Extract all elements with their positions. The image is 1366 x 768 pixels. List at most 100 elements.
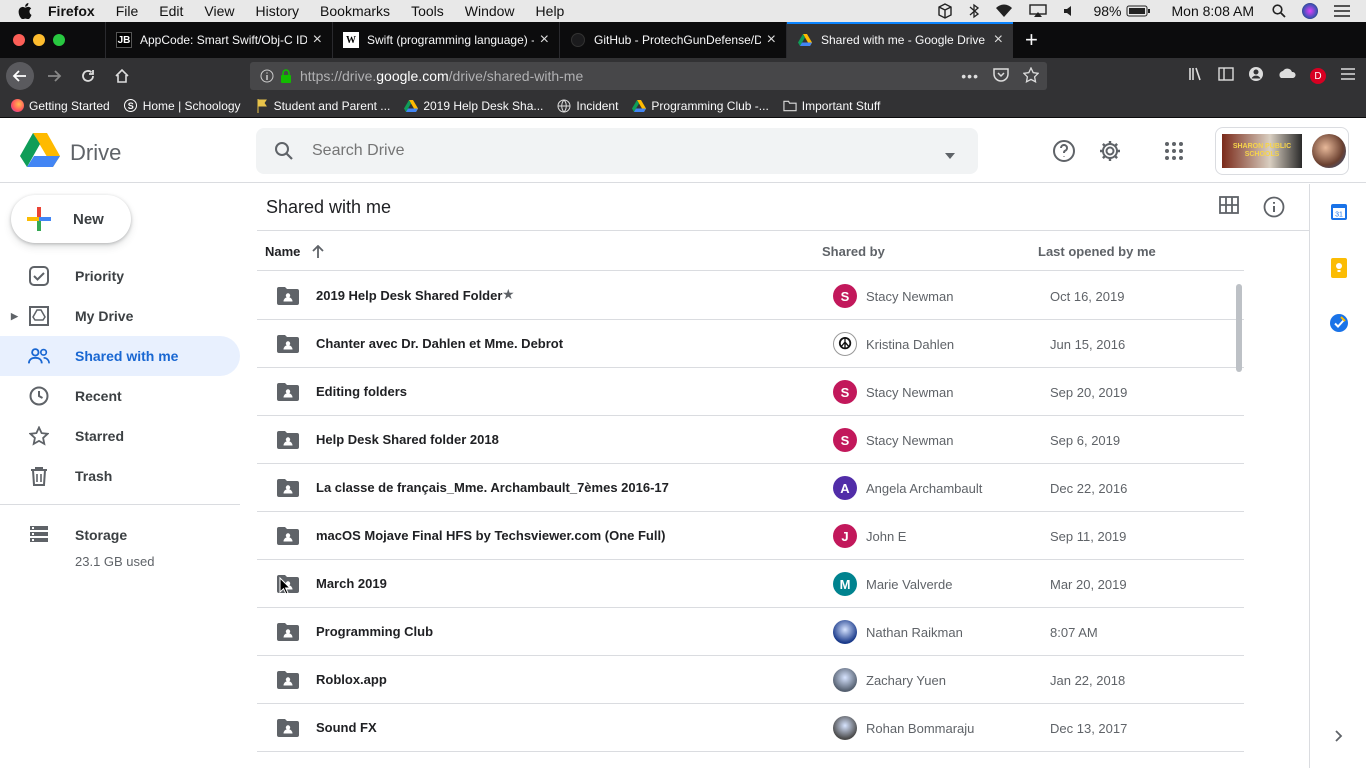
- account-switcher[interactable]: SHARON PUBLIC SCHOOLS: [1215, 127, 1349, 175]
- lock-icon[interactable]: [280, 69, 292, 83]
- user-avatar[interactable]: [1312, 134, 1346, 168]
- bookmark-star-icon[interactable]: [1022, 65, 1040, 86]
- bookmark-folder-important[interactable]: Important Stuff: [783, 99, 880, 113]
- back-arrow-icon[interactable]: [6, 62, 34, 90]
- info-icon[interactable]: [260, 69, 274, 83]
- bookmark-help-desk[interactable]: 2019 Help Desk Sha...: [404, 99, 543, 113]
- notification-center-icon[interactable]: [1334, 5, 1350, 17]
- starred-icon[interactable]: ★: [502, 286, 515, 303]
- reload-icon[interactable]: [74, 62, 102, 90]
- file-name[interactable]: macOS Mojave Final HFS by Techsviewer.co…: [316, 528, 665, 543]
- tasks-icon[interactable]: [1329, 313, 1349, 333]
- pocket-icon[interactable]: [993, 67, 1009, 85]
- nav-starred[interactable]: Starred: [0, 416, 240, 456]
- nav-trash[interactable]: Trash: [0, 456, 240, 496]
- tab-appcode[interactable]: JB AppCode: Smart Swift/Obj-C IDE ×: [105, 22, 332, 58]
- file-name[interactable]: La classe de français_Mme. Archambault_7…: [316, 480, 669, 495]
- menu-bookmarks[interactable]: Bookmarks: [320, 3, 390, 19]
- nav-recent[interactable]: Recent: [0, 376, 240, 416]
- close-tab-icon[interactable]: ×: [767, 31, 776, 49]
- file-name[interactable]: 2019 Help Desk Shared Folder: [316, 288, 502, 303]
- file-name[interactable]: Programming Club: [316, 624, 433, 639]
- menu-file[interactable]: File: [116, 3, 139, 19]
- minimize-window-button[interactable]: [33, 34, 45, 46]
- bluetooth-icon[interactable]: [969, 3, 980, 19]
- close-tab-icon[interactable]: ×: [994, 31, 1003, 49]
- column-name-header[interactable]: Name: [265, 244, 325, 259]
- table-row[interactable]: Roblox.app Zachary Yuen Jan 22, 2018: [257, 656, 1244, 704]
- table-row[interactable]: Sound FX Rohan Bommaraju Dec 13, 2017: [257, 704, 1244, 752]
- close-window-button[interactable]: [13, 34, 25, 46]
- menu-window[interactable]: Window: [465, 3, 515, 19]
- sidebar-toggle-icon[interactable]: [1218, 66, 1234, 86]
- file-name[interactable]: Editing folders: [316, 384, 407, 399]
- file-name[interactable]: Roblox.app: [316, 672, 387, 687]
- new-tab-plus-icon[interactable]: +: [1025, 27, 1038, 53]
- spotlight-icon[interactable]: [1272, 4, 1286, 18]
- new-button[interactable]: New: [11, 195, 131, 243]
- apps-grid-icon[interactable]: [1160, 137, 1188, 165]
- hamburger-menu-icon[interactable]: [1340, 67, 1356, 86]
- bookmark-programming-club[interactable]: Programming Club -...: [632, 99, 769, 113]
- nav-my-drive[interactable]: ▶ My Drive: [0, 296, 240, 336]
- volume-icon[interactable]: [1063, 4, 1077, 18]
- menu-history[interactable]: History: [255, 3, 299, 19]
- forward-arrow-icon[interactable]: [40, 62, 68, 90]
- tab-swift-wiki[interactable]: W Swift (programming language) - ×: [332, 22, 559, 58]
- search-input[interactable]: [312, 142, 912, 160]
- expand-caret-icon[interactable]: ▶: [11, 311, 18, 322]
- sort-up-arrow-icon[interactable]: [312, 244, 325, 259]
- column-shared-by-header[interactable]: Shared by: [822, 244, 885, 259]
- menu-edit[interactable]: Edit: [159, 3, 183, 19]
- column-last-opened-header[interactable]: Last opened by me: [1038, 244, 1156, 259]
- clock[interactable]: Mon 8:08 AM: [1172, 3, 1255, 19]
- library-icon[interactable]: [1188, 66, 1204, 87]
- drive-logo[interactable]: Drive: [20, 133, 121, 172]
- file-name[interactable]: Chanter avec Dr. Dahlen et Mme. Debrot: [316, 336, 563, 351]
- apple-menu-icon[interactable]: [18, 3, 34, 19]
- nav-priority[interactable]: Priority: [0, 256, 240, 296]
- menu-help[interactable]: Help: [536, 3, 565, 19]
- file-name[interactable]: Help Desk Shared folder 2018: [316, 432, 499, 447]
- grid-view-icon[interactable]: [1219, 196, 1239, 223]
- close-tab-icon[interactable]: ×: [313, 31, 322, 49]
- scrollbar-thumb[interactable]: [1236, 284, 1242, 372]
- search-icon[interactable]: [274, 141, 294, 161]
- file-name[interactable]: March 2019: [316, 576, 387, 591]
- home-icon[interactable]: [108, 62, 136, 90]
- settings-gear-icon[interactable]: [1096, 137, 1124, 165]
- account-icon[interactable]: [1248, 66, 1264, 87]
- table-row[interactable]: Chanter avec Dr. Dahlen et Mme. Debrot ☮ K…: [257, 320, 1244, 368]
- airplay-icon[interactable]: [1029, 4, 1048, 18]
- wifi-icon[interactable]: [995, 4, 1013, 18]
- search-bar[interactable]: [256, 128, 978, 174]
- bookmark-incident[interactable]: Incident: [557, 99, 618, 113]
- expand-panel-chevron-icon[interactable]: [1329, 726, 1349, 746]
- bookmark-student-parent[interactable]: Student and Parent ...: [255, 98, 390, 113]
- search-options-dropdown-icon[interactable]: [944, 147, 956, 165]
- table-row[interactable]: La classe de français_Mme. Archambault_7…: [257, 464, 1244, 512]
- bookmark-schoology[interactable]: S Home | Schoology: [124, 99, 241, 113]
- details-info-icon[interactable]: [1263, 196, 1285, 223]
- battery-icon[interactable]: [1126, 5, 1150, 17]
- extension-icon[interactable]: [1278, 67, 1296, 86]
- tab-github[interactable]: GitHub - ProtechGunDefense/D ×: [559, 22, 786, 58]
- nav-shared-with-me[interactable]: Shared with me: [0, 336, 240, 376]
- calendar-icon[interactable]: 31: [1329, 202, 1349, 222]
- profile-avatar[interactable]: D: [1310, 68, 1326, 84]
- file-name[interactable]: Sound FX: [316, 720, 377, 735]
- table-row[interactable]: macOS Mojave Final HFS by Techsviewer.co…: [257, 512, 1244, 560]
- siri-icon[interactable]: [1302, 3, 1318, 19]
- menu-view[interactable]: View: [204, 3, 234, 19]
- table-row[interactable]: 2019 Help Desk Shared Folder ★ S Stacy Newm…: [257, 272, 1244, 320]
- zoom-window-button[interactable]: [53, 34, 65, 46]
- tab-google-drive[interactable]: Shared with me - Google Drive ×: [786, 22, 1013, 58]
- url-text[interactable]: https://drive.google.com/drive/shared-wi…: [300, 68, 583, 84]
- table-row[interactable]: Editing folders S Stacy Newman Sep 20, 2019: [257, 368, 1244, 416]
- help-icon[interactable]: [1050, 137, 1078, 165]
- page-actions-icon[interactable]: •••: [961, 68, 979, 84]
- table-row[interactable]: Programming Club Nathan Raikman 8:07 AM: [257, 608, 1244, 656]
- bookmark-getting-started[interactable]: Getting Started: [10, 99, 110, 113]
- dropbox-icon[interactable]: [937, 3, 953, 19]
- address-bar[interactable]: https://drive.google.com/drive/shared-wi…: [250, 62, 1047, 90]
